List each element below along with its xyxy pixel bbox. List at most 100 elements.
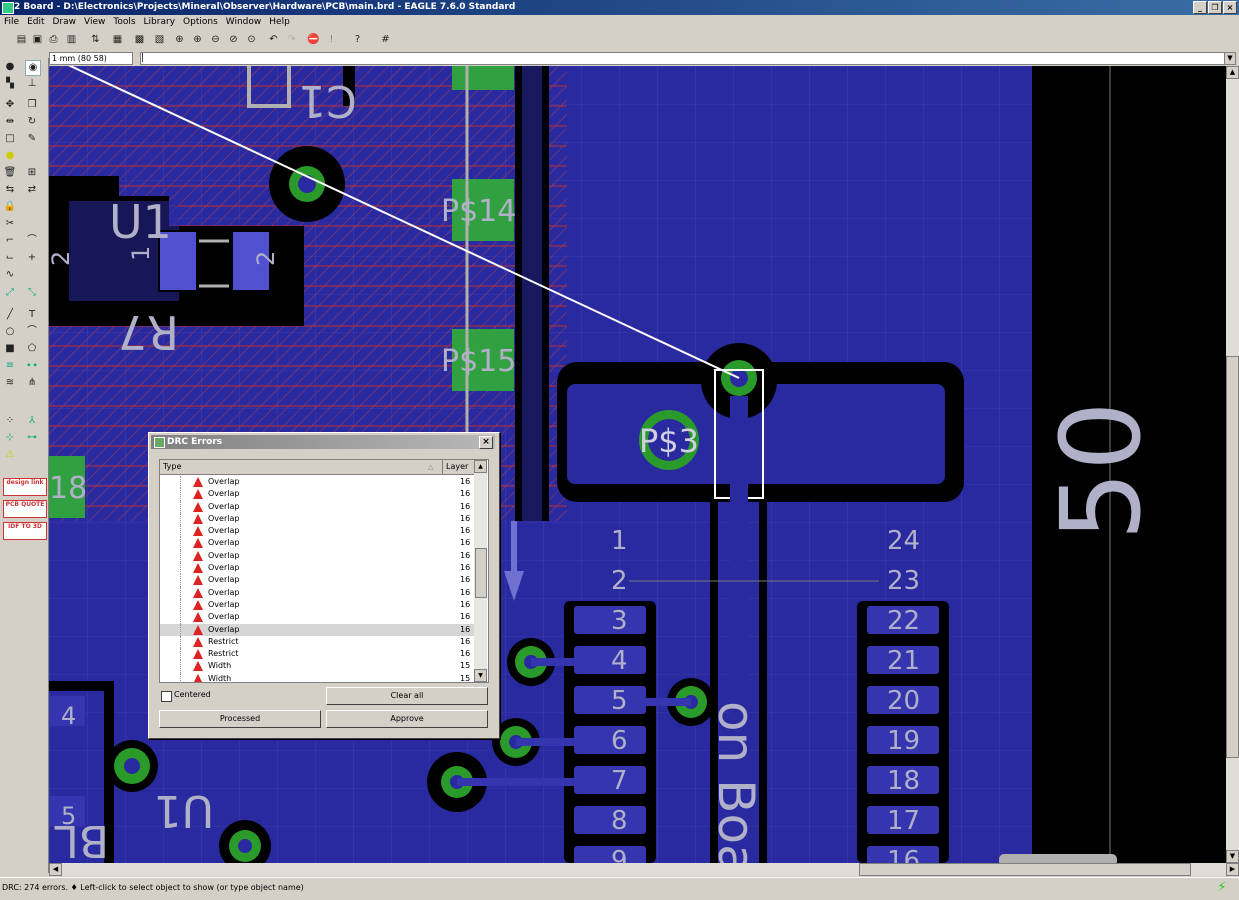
erc-icon[interactable]: ⊹ <box>3 431 17 445</box>
design-link-button[interactable]: design link <box>3 478 47 496</box>
zoom-in-icon[interactable]: ⊕ <box>190 32 205 47</box>
pinswap-icon[interactable]: ⇆ <box>3 183 17 197</box>
vertical-scroll-thumb[interactable] <box>1226 356 1239 758</box>
horizontal-scrollbar[interactable]: ◀ ▶ <box>49 863 1239 876</box>
close-button[interactable]: × <box>1223 1 1237 14</box>
drc-error-list[interactable]: Type △ Layer Overlap 16 Overlap 16 Overlap 16… <box>159 459 489 683</box>
pcb-quote-button[interactable]: PCB QUOTE <box>3 500 47 518</box>
grid-icon[interactable]: # <box>378 32 393 47</box>
menu-draw[interactable]: Draw <box>49 15 81 29</box>
polygon-icon[interactable]: ⬠ <box>25 342 39 356</box>
drc-error-row[interactable]: Overlap 16 <box>160 500 474 513</box>
replace-icon[interactable]: ⇄ <box>25 183 39 197</box>
errors-icon[interactable]: ⚠ <box>3 448 17 462</box>
stop-icon[interactable]: ⛔ <box>306 32 321 47</box>
smash-icon[interactable]: ✂ <box>3 217 17 231</box>
lock-icon[interactable]: 🔒 <box>3 200 17 214</box>
drc-error-row[interactable]: Overlap 16 <box>160 549 474 563</box>
rotate-icon[interactable]: ↻ <box>25 115 39 129</box>
list-scroll-down-icon[interactable]: ▼ <box>474 669 487 682</box>
menu-window[interactable]: Window <box>222 15 266 29</box>
circle-icon[interactable]: ○ <box>3 325 17 339</box>
scroll-down-icon[interactable]: ▼ <box>1226 850 1239 863</box>
rect-icon[interactable]: ■ <box>3 342 17 356</box>
column-type[interactable]: Type <box>163 460 181 474</box>
idf-to-3d-button[interactable]: IDF TO 3D <box>3 522 47 540</box>
scroll-right-icon[interactable]: ▶ <box>1226 863 1239 876</box>
drc-error-row[interactable]: Overlap 16 <box>160 611 474 624</box>
optimize-icon[interactable]: ⌙ <box>3 251 17 265</box>
paste-icon[interactable]: ● <box>3 149 17 163</box>
add-icon[interactable]: ⊞ <box>25 166 39 180</box>
menu-options[interactable]: Options <box>179 15 222 29</box>
drc-error-row[interactable]: Restrict 16 <box>160 648 474 661</box>
ratsnest-tool-icon[interactable]: ⁘ <box>3 414 17 428</box>
zoom-out-icon[interactable]: ⊖ <box>208 32 223 47</box>
go-icon[interactable]: ! <box>324 32 339 47</box>
open-icon[interactable]: ▤ <box>14 32 29 47</box>
help-icon[interactable]: ? <box>350 32 365 47</box>
drc-error-row[interactable]: Width 15 <box>160 660 474 673</box>
ratsnest-icon[interactable]: ▧ <box>152 32 167 47</box>
scroll-up-icon[interactable]: ▲ <box>1226 66 1239 79</box>
drc-error-row[interactable]: Overlap 16 <box>160 512 474 526</box>
auto-icon[interactable]: ⅄ <box>25 414 39 428</box>
drc-icon[interactable]: ⊶ <box>25 431 39 445</box>
menu-file[interactable]: File <box>0 15 23 29</box>
list-scroll-up-icon[interactable]: ▲ <box>474 460 487 473</box>
change-icon[interactable]: ✎ <box>25 132 39 146</box>
drc-error-row[interactable]: Overlap 16 <box>160 598 474 612</box>
restore-button[interactable]: ❐ <box>1208 1 1222 14</box>
menu-library[interactable]: Library <box>140 15 179 29</box>
drc-error-row[interactable]: Overlap 16 <box>160 476 474 489</box>
zoom-redraw-icon[interactable]: ⊘ <box>226 32 241 47</box>
command-dropdown-icon[interactable]: ▼ <box>1224 52 1236 65</box>
arc-icon[interactable]: ⌒ <box>25 325 39 339</box>
drc-error-row[interactable]: Overlap 16 <box>160 488 474 501</box>
show-icon[interactable]: ◉ <box>25 60 41 76</box>
dialog-close-button[interactable]: × <box>479 436 493 449</box>
grid-view-icon[interactable]: ▩ <box>132 32 147 47</box>
split-icon[interactable]: ⌐ <box>3 234 17 248</box>
redo-icon[interactable]: ↷ <box>284 32 299 47</box>
meander-icon[interactable]: + <box>25 251 39 265</box>
hole-icon[interactable]: ≋ <box>3 376 17 390</box>
undo-icon[interactable]: ↶ <box>266 32 281 47</box>
ripup-icon[interactable]: ⤢ <box>3 286 17 300</box>
horizontal-scroll-thumb[interactable] <box>859 863 1191 876</box>
clear-all-button[interactable]: Clear all <box>326 687 488 705</box>
text-icon[interactable]: T <box>25 308 39 322</box>
layer-settings-icon[interactable]: ▦ <box>110 32 125 47</box>
menu-edit[interactable]: Edit <box>23 15 48 29</box>
minimize-button[interactable]: _ <box>1193 1 1207 14</box>
move-icon[interactable]: ✥ <box>3 98 17 112</box>
drc-error-row[interactable]: Overlap 16 <box>160 574 474 587</box>
schematic-switch-icon[interactable]: ⇅ <box>88 32 103 47</box>
mirror-icon[interactable]: ⇹ <box>3 115 17 129</box>
display-icon[interactable]: ▚ <box>3 77 17 91</box>
miter-icon[interactable]: ⌒ <box>25 234 39 248</box>
menu-help[interactable]: Help <box>265 15 294 29</box>
scroll-left-icon[interactable]: ◀ <box>49 863 62 876</box>
menu-view[interactable]: View <box>80 15 109 29</box>
drc-error-row[interactable]: Restrict 16 <box>160 635 474 649</box>
cam-icon[interactable]: ▥ <box>64 32 79 47</box>
print-icon[interactable]: ⎙ <box>46 32 61 47</box>
wire-icon[interactable]: ╱ <box>3 308 17 322</box>
drc-error-row[interactable]: Overlap 16 <box>160 562 474 575</box>
copy-icon[interactable]: ❐ <box>25 98 39 112</box>
drc-error-row[interactable]: Overlap 16 <box>160 586 474 599</box>
delete-icon[interactable]: 🗑 <box>3 166 17 180</box>
attribute-icon[interactable]: ⋔ <box>25 376 39 390</box>
info-icon[interactable]: ● <box>3 60 17 74</box>
signal-icon[interactable]: ∙∙ <box>25 359 39 373</box>
list-scrollbar[interactable]: ▲ ▼ <box>474 460 487 682</box>
vertical-scrollbar[interactable]: ▲ ▼ <box>1226 66 1239 863</box>
zoom-select-icon[interactable]: ⊙ <box>244 32 259 47</box>
zoom-fit-icon[interactable]: ⊕ <box>172 32 187 47</box>
route-icon[interactable]: ∿ <box>3 268 17 282</box>
drc-error-row[interactable]: Overlap 16 <box>160 537 474 550</box>
autorouter-icon[interactable]: ⤡ <box>25 286 39 300</box>
drc-error-row[interactable]: Overlap 16 <box>160 623 474 636</box>
column-layer[interactable]: Layer <box>442 460 476 474</box>
